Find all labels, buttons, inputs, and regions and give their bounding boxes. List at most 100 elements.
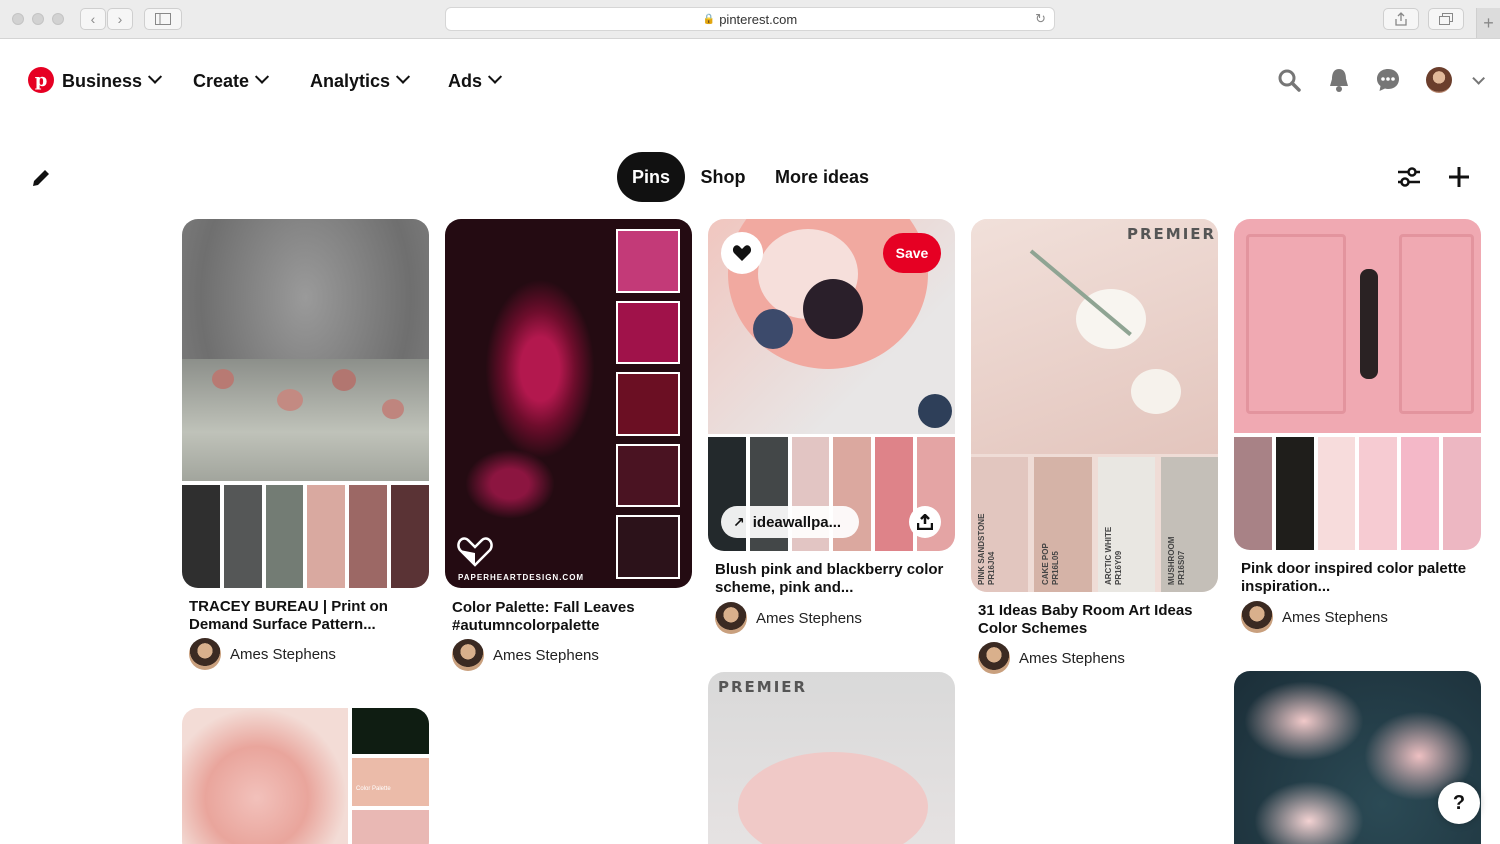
author-name: Ames Stephens: [1019, 649, 1125, 667]
plus-icon: +: [1483, 12, 1494, 33]
tabs-icon: [1439, 13, 1453, 25]
pin-image: [1234, 219, 1481, 433]
color-swatches: [616, 229, 680, 579]
color-swatch: [223, 485, 262, 588]
color-swatch: [875, 437, 914, 551]
profile-avatar[interactable]: [1425, 66, 1453, 94]
forward-button[interactable]: ›: [107, 8, 133, 30]
pin-card-7[interactable]: PREMIER: [708, 672, 955, 844]
notifications-button[interactable]: [1325, 66, 1353, 94]
swatch-label: PINK SANDSTONE: [977, 513, 986, 585]
avatar: [189, 638, 221, 670]
chevron-down-icon: [147, 69, 163, 84]
author-name: Ames Stephens: [1282, 608, 1388, 626]
back-button[interactable]: ‹: [80, 8, 106, 30]
author-name: Ames Stephens: [230, 645, 336, 663]
pin-author-2[interactable]: Ames Stephens: [452, 639, 599, 671]
swatch-code: PR16L05: [1051, 551, 1060, 585]
pin-link-button[interactable]: ↗ ideawallpa...: [721, 506, 859, 538]
color-swatches: [182, 481, 429, 588]
search-button[interactable]: [1275, 66, 1303, 94]
pin-author-5[interactable]: Ames Stephens: [1241, 601, 1388, 633]
filter-button[interactable]: [1395, 163, 1423, 191]
color-swatches: [1234, 433, 1481, 550]
close-window-button[interactable]: [12, 13, 24, 25]
pin-author-1[interactable]: Ames Stephens: [189, 638, 336, 670]
minimize-window-button[interactable]: [32, 13, 44, 25]
nav-analytics[interactable]: Analytics: [310, 68, 411, 94]
pin-title-2[interactable]: Color Palette: Fall Leaves #autumncolorp…: [452, 599, 684, 635]
tabs-overview-button[interactable]: [1428, 8, 1464, 30]
pin-title-4[interactable]: 31 Ideas Baby Room Art Ideas Color Schem…: [978, 602, 1210, 638]
tab-pins[interactable]: Pins: [617, 152, 685, 202]
color-swatch: [616, 443, 680, 508]
swatch-label: MUSHROOM: [1167, 536, 1176, 585]
pin-image: [1244, 681, 1364, 761]
pin-title-3[interactable]: Blush pink and blackberry color scheme, …: [715, 561, 947, 597]
help-button[interactable]: ?: [1438, 782, 1480, 824]
pin-author-3[interactable]: Ames Stephens: [715, 602, 862, 634]
add-button[interactable]: [1445, 163, 1473, 191]
edit-button[interactable]: [27, 164, 55, 192]
tab-more-ideas[interactable]: More ideas: [764, 152, 880, 202]
pin-card-2[interactable]: PAPERHEARTDESIGN.COM: [445, 219, 692, 588]
nav-ads-label: Ads: [448, 70, 483, 91]
share-browser-button[interactable]: [1383, 8, 1419, 30]
pin-title-1[interactable]: TRACEY BUREAU | Print on Demand Surface …: [189, 598, 421, 634]
tab-pins-label: Pins: [631, 166, 670, 187]
reload-icon[interactable]: ↻: [1035, 11, 1046, 27]
color-swatch: [616, 372, 680, 436]
pin-image: [971, 219, 1218, 454]
color-swatch: [616, 515, 680, 579]
nav-analytics-label: Analytics: [310, 70, 391, 91]
nav-create[interactable]: Create: [193, 68, 270, 94]
color-swatch: [391, 485, 429, 588]
pin-image: [485, 279, 595, 459]
share-icon: [917, 514, 933, 530]
chevron-right-icon: ›: [117, 11, 123, 27]
pin-card-1[interactable]: [182, 219, 429, 588]
color-swatch: [1359, 437, 1398, 550]
zoom-window-button[interactable]: [52, 13, 64, 25]
sidebar-toggle-button[interactable]: [144, 8, 182, 30]
pin-image: [738, 752, 928, 844]
heart-icon: [732, 245, 752, 261]
pin-card-4[interactable]: PREMIER: [971, 219, 1218, 592]
chevron-down-icon: [395, 69, 411, 84]
pinterest-logo[interactable]: p: [28, 67, 54, 93]
heart-logo-icon: [457, 537, 493, 567]
tab-shop[interactable]: Shop: [690, 152, 756, 202]
pin-card-5[interactable]: [1234, 219, 1481, 550]
chevron-down-icon: [1471, 71, 1485, 85]
chevron-down-icon: [254, 69, 270, 84]
chat-bubble-icon: [1377, 69, 1399, 91]
account-menu-button[interactable]: [1462, 66, 1490, 94]
avatar: [1426, 67, 1452, 93]
avatar: [978, 642, 1010, 674]
new-tab-button[interactable]: +: [1476, 8, 1500, 38]
plus-icon: [1449, 167, 1469, 187]
pencil-icon: [33, 170, 49, 186]
pin-card-6[interactable]: Color Palette: [182, 708, 429, 844]
pin-image: [182, 219, 429, 481]
save-button[interactable]: Save: [883, 233, 941, 273]
chevron-left-icon: ‹: [90, 11, 96, 27]
nav-business[interactable]: Business: [62, 68, 163, 94]
pin-title-5[interactable]: Pink door inspired color palette inspira…: [1241, 560, 1473, 596]
address-bar[interactable]: 🔒 pinterest.com ↻: [445, 7, 1055, 31]
pin-image: [182, 708, 348, 844]
share-pin-button[interactable]: [909, 506, 941, 538]
nav-ads[interactable]: Ads: [448, 68, 503, 94]
nav-create-label: Create: [193, 70, 250, 91]
sidebar-icon: [155, 13, 171, 25]
author-name: Ames Stephens: [493, 646, 599, 664]
pin-author-4[interactable]: Ames Stephens: [978, 642, 1125, 674]
like-button[interactable]: [721, 232, 763, 274]
bell-icon: [1330, 69, 1348, 92]
swatch-code: PR16S07: [1177, 550, 1186, 585]
sliders-icon: [1398, 167, 1420, 187]
messages-button[interactable]: [1374, 66, 1402, 94]
tab-more-ideas-label: More ideas: [774, 166, 870, 187]
tab-shop-label: Shop: [700, 166, 746, 187]
swatch-label: CAKE POP: [1041, 543, 1050, 585]
